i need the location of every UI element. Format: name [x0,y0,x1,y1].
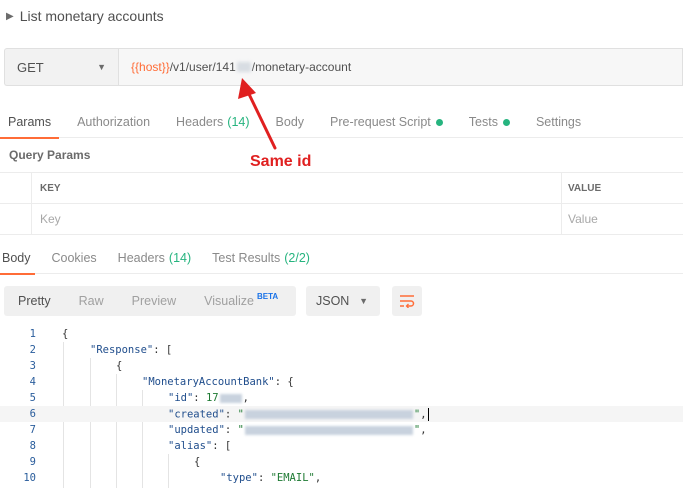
view-mode-bar: Pretty Raw Preview Visualize BETA [4,286,296,316]
line-number: 1 [29,328,36,340]
method-value: GET [17,59,44,75]
line-number: 9 [29,456,36,468]
code-line: 2 "Response": [ [0,342,683,358]
url-bar: GET ▼ {{host}}/v1/user/141/monetary-acco… [4,48,683,86]
line-number: 10 [23,472,36,484]
redacted-value [244,409,413,419]
line-number: 3 [29,360,36,372]
status-dot-icon [435,118,443,126]
row-handle [0,173,32,203]
line-number: 6 [29,408,36,420]
params-table: KEY VALUE Key Value [0,172,683,235]
wrap-lines-icon [400,295,415,308]
request-tabs: Params Authorization Headers (14) Body Pr… [0,106,683,139]
code-line: 4 "MonetaryAccountBank": { [0,374,683,390]
tab-body[interactable]: Body [276,106,305,138]
row-handle [0,204,32,234]
redacted-id [236,62,251,72]
url-path: /v1/user/141 [169,60,236,74]
tab-params[interactable]: Params [0,106,60,139]
tab-tests[interactable]: Tests [469,106,510,138]
beta-badge: BETA [256,291,279,301]
method-select[interactable]: GET ▼ [4,48,118,86]
url-variable: {{host}} [131,60,170,74]
code-line: 8 "alias": [ [0,438,683,454]
tab-test-results[interactable]: Test Results (2/2) [212,242,310,274]
params-input-row: Key Value [0,204,683,235]
tab-headers[interactable]: Headers (14) [176,106,249,138]
raw-button[interactable]: Raw [65,286,118,316]
code-line: 7 "updated": " ", [0,422,683,438]
request-title-row[interactable]: ▶ List monetary accounts [0,0,683,32]
column-header-value: VALUE [568,182,602,194]
params-header-row: KEY VALUE [0,173,683,204]
response-tabs: Body Cookies Headers (14) Test Results (2/… [0,242,683,275]
code-line: 1 { [0,326,683,342]
tab-pre-request-script[interactable]: Pre-request Script [330,106,443,138]
param-value-input[interactable]: Value [562,204,683,234]
request-name: List monetary accounts [19,8,164,24]
redacted-value [244,425,413,435]
format-select[interactable]: JSON ▼ [306,286,380,316]
test-results-count: (2/2) [284,251,310,265]
headers-count: (14) [227,115,250,129]
tab-response-headers[interactable]: Headers (14) [118,242,191,274]
chevron-down-icon: ▼ [359,296,368,306]
tab-settings[interactable]: Settings [536,106,581,138]
line-number: 2 [29,344,36,356]
url-input[interactable]: {{host}}/v1/user/141/monetary-account [118,48,683,86]
line-number: 8 [29,440,36,452]
line-number: 5 [29,392,36,404]
param-key-input[interactable]: Key [32,204,562,234]
code-line: 5 "id": 17, [0,390,683,406]
format-value: JSON [316,294,350,308]
status-dot-icon [502,118,510,126]
line-number: 7 [29,424,36,436]
line-number: 4 [29,376,36,388]
redacted-value [219,393,242,403]
chevron-right-icon[interactable]: ▶ [6,11,14,22]
wrap-lines-button[interactable] [392,286,422,316]
response-body-editor[interactable]: 1 { 2 "Response": [ 3 { 4 "MonetaryAccou… [0,326,683,488]
tab-authorization[interactable]: Authorization [77,106,150,138]
column-header-key: KEY [32,173,562,203]
code-line: 10 "type": "EMAIL", [0,470,683,486]
code-line: 3 { [0,358,683,374]
tab-cookies[interactable]: Cookies [52,242,97,274]
text-cursor [427,407,429,421]
code-line: 6 "created": " ", [0,406,683,422]
response-headers-count: (14) [168,251,192,265]
url-path-end: /monetary-account [251,60,352,74]
query-params-label: Query Params [9,148,91,162]
preview-button[interactable]: Preview [118,286,190,316]
chevron-down-icon: ▼ [97,62,106,72]
visualize-button[interactable]: Visualize BETA [190,286,292,316]
annotation-label: Same id [250,153,312,170]
tab-response-body[interactable]: Body [0,242,34,275]
pretty-button[interactable]: Pretty [4,286,65,316]
code-line: 9 { [0,454,683,470]
